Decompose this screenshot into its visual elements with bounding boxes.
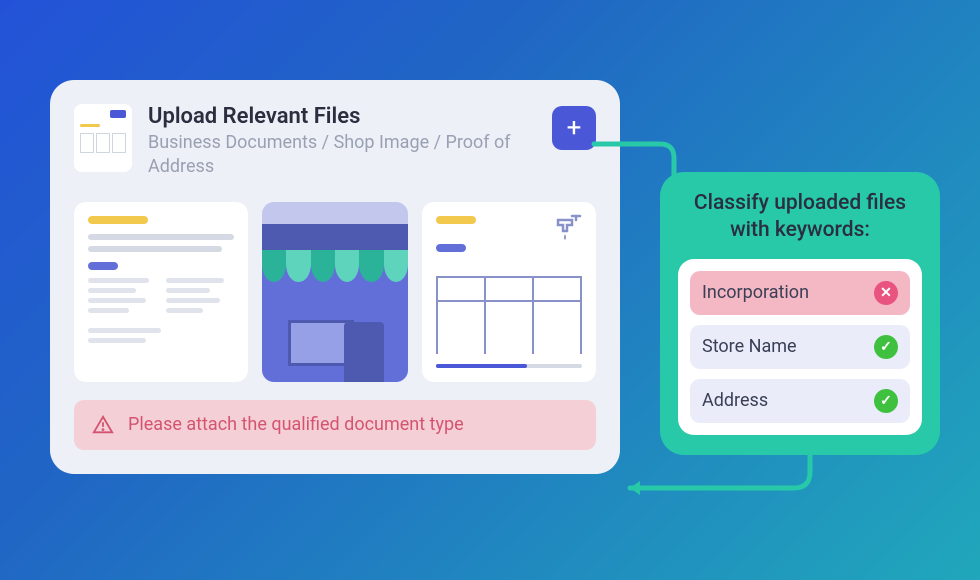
- validation-alert: Please attach the qualified document typ…: [74, 400, 596, 450]
- keyword-row[interactable]: Incorporation ✕: [690, 271, 910, 315]
- check-icon: ✓: [874, 335, 898, 359]
- alert-message: Please attach the qualified document typ…: [128, 414, 464, 435]
- warning-icon: [92, 414, 114, 436]
- keyword-label: Store Name: [702, 336, 797, 357]
- keyword-label: Address: [702, 390, 768, 411]
- document-icon: [74, 104, 132, 172]
- classify-panel: Classify uploaded files with keywords: I…: [660, 172, 940, 455]
- faucet-icon: [554, 212, 584, 242]
- plus-icon: +: [567, 113, 582, 143]
- card-header: Upload Relevant Files Business Documents…: [74, 104, 596, 180]
- upload-subtitle: Business Documents / Shop Image / Proof …: [148, 131, 536, 180]
- classify-title: Classify uploaded files with keywords:: [678, 190, 922, 245]
- thumbnail-document[interactable]: [74, 202, 248, 382]
- check-icon: ✓: [874, 389, 898, 413]
- header-text: Upload Relevant Files Business Documents…: [148, 104, 536, 180]
- keyword-list: Incorporation ✕ Store Name ✓ Address ✓: [678, 259, 922, 435]
- error-icon: ✕: [874, 281, 898, 305]
- thumbnail-utility-bill[interactable]: [422, 202, 596, 382]
- thumbnail-shop-image[interactable]: [262, 202, 408, 382]
- keyword-row[interactable]: Address ✓: [690, 379, 910, 423]
- upload-card: Upload Relevant Files Business Documents…: [50, 80, 620, 474]
- keyword-label: Incorporation: [702, 282, 809, 303]
- keyword-row[interactable]: Store Name ✓: [690, 325, 910, 369]
- upload-title: Upload Relevant Files: [148, 104, 536, 129]
- add-file-button[interactable]: +: [552, 106, 596, 150]
- file-thumbnails: [74, 202, 596, 382]
